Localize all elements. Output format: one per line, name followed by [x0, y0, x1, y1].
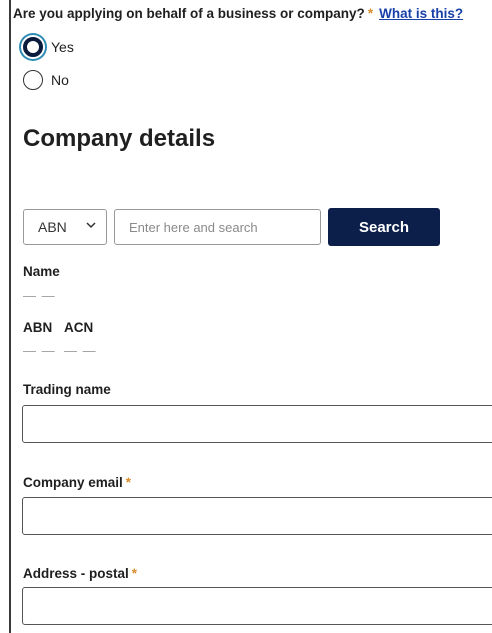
- acn-label: ACN: [64, 320, 94, 335]
- radio-no-label: No: [51, 72, 69, 88]
- company-search-input[interactable]: [114, 209, 321, 245]
- address-postal-input[interactable]: [22, 587, 492, 625]
- trading-name-label: Trading name: [23, 382, 111, 397]
- required-star: *: [125, 475, 132, 490]
- radio-yes-option[interactable]: Yes: [23, 37, 74, 57]
- business-question-text: Are you applying on behalf of a business…: [13, 6, 365, 21]
- radio-yes-label: Yes: [51, 39, 74, 55]
- abn-label: ABN: [23, 320, 53, 335]
- required-star: *: [131, 566, 138, 581]
- id-type-value: ABN: [38, 219, 67, 235]
- name-value: — —: [23, 288, 56, 303]
- section-title: Company details: [23, 125, 216, 152]
- company-email-label-text: Company email: [23, 475, 123, 490]
- chevron-down-icon: [86, 222, 96, 229]
- what-is-this-link[interactable]: What is this?: [379, 6, 463, 21]
- name-label: Name: [23, 264, 60, 279]
- id-type-select[interactable]: ABN: [23, 209, 107, 245]
- radio-no-button[interactable]: [23, 70, 43, 90]
- radio-no-option[interactable]: No: [23, 70, 69, 90]
- address-postal-label: Address - postal *: [23, 566, 137, 581]
- abn-value: — —: [23, 343, 56, 358]
- radio-yes-button[interactable]: [23, 37, 43, 57]
- address-postal-label-text: Address - postal: [23, 566, 129, 581]
- search-button[interactable]: Search: [328, 208, 440, 246]
- trading-name-input[interactable]: [22, 405, 492, 443]
- company-email-input[interactable]: [22, 497, 492, 535]
- business-question: Are you applying on behalf of a business…: [13, 6, 463, 21]
- company-email-label: Company email *: [23, 475, 131, 490]
- acn-value: — —: [64, 343, 97, 358]
- required-star: *: [367, 6, 374, 21]
- form-frame: [9, 0, 492, 633]
